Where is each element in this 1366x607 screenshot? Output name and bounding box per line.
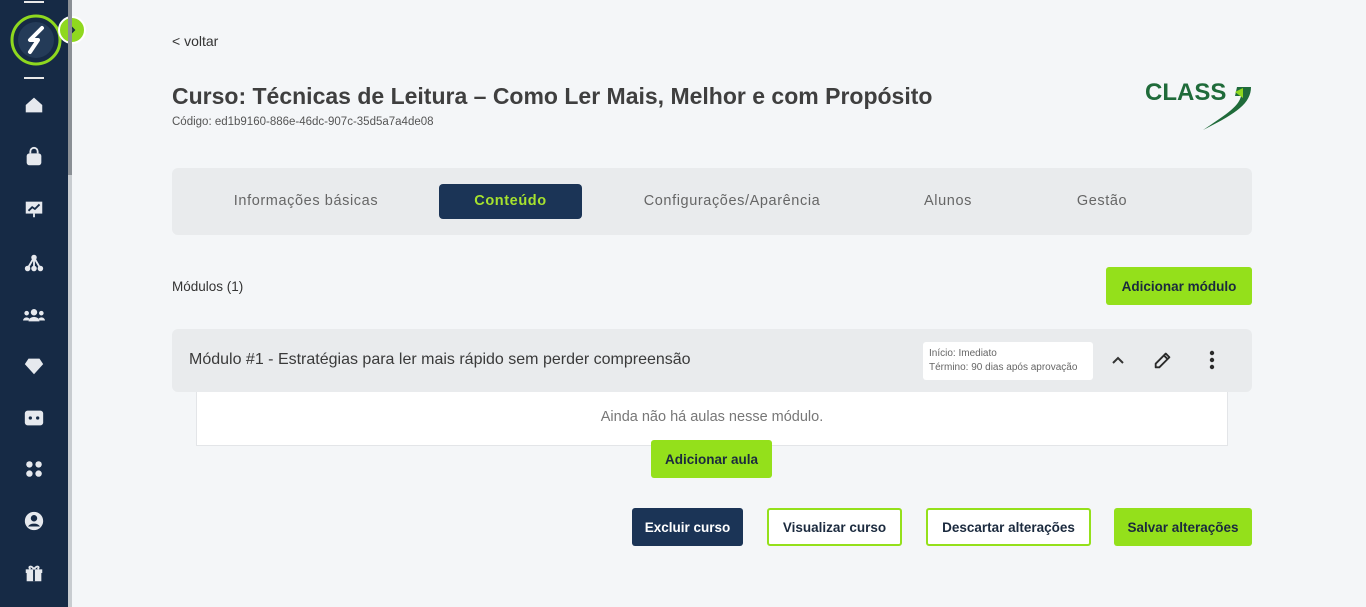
tab-informacoes-basicas[interactable]: Informações básicas bbox=[202, 184, 410, 219]
sidebar-scrollbar[interactable] bbox=[68, 0, 72, 607]
discard-changes-button[interactable]: Descartar alterações bbox=[926, 508, 1091, 546]
module-title: Módulo #1 - Estratégias para ler mais rá… bbox=[189, 351, 691, 368]
course-code: Código: ed1b9160-886e-46dc-907c-35d5a7a4… bbox=[172, 116, 434, 128]
back-link[interactable]: < voltar bbox=[172, 33, 218, 49]
chevron-up-icon[interactable] bbox=[1105, 347, 1131, 373]
apps-icon[interactable] bbox=[21, 456, 47, 482]
tab-configuracoes[interactable]: Configurações/Aparência bbox=[622, 184, 842, 219]
view-course-button[interactable]: Visualizar curso bbox=[767, 508, 902, 546]
tab-alunos[interactable]: Alunos bbox=[902, 184, 994, 219]
bag-icon[interactable] bbox=[21, 144, 47, 170]
diamond-icon[interactable] bbox=[21, 353, 47, 379]
app-logo[interactable] bbox=[9, 13, 63, 67]
gift-icon[interactable] bbox=[21, 560, 47, 586]
save-changes-button[interactable]: Salvar alterações bbox=[1114, 508, 1252, 546]
sidebar-divider bbox=[24, 1, 44, 3]
module-card[interactable]: Módulo #1 - Estratégias para ler mais rá… bbox=[172, 329, 1252, 392]
more-vertical-icon[interactable] bbox=[1199, 347, 1225, 373]
delete-course-button[interactable]: Excluir curso bbox=[632, 508, 743, 546]
module-start: Início: Imediato bbox=[929, 348, 997, 359]
module-lessons-empty: Ainda não há aulas nesse módulo. bbox=[196, 392, 1228, 446]
module-schedule: Início: Imediato Término: 90 dias após a… bbox=[923, 342, 1093, 380]
edit-pencil-icon[interactable] bbox=[1150, 347, 1176, 373]
presentation-icon[interactable] bbox=[21, 196, 47, 222]
empty-lessons-text: Ainda não há aulas nesse módulo. bbox=[600, 409, 824, 425]
page-title: Curso: Técnicas de Leitura – Como Ler Ma… bbox=[172, 83, 933, 109]
ticket-icon[interactable] bbox=[21, 405, 47, 431]
sidebar-divider bbox=[24, 77, 44, 79]
users-icon[interactable] bbox=[21, 302, 47, 328]
sidebar-toggle-button[interactable] bbox=[58, 16, 86, 44]
brand-logo: CLASS bbox=[1145, 78, 1253, 132]
add-module-button[interactable]: Adicionar módulo bbox=[1106, 267, 1252, 305]
modules-count-label: Módulos (1) bbox=[172, 279, 244, 294]
user-circle-icon[interactable] bbox=[21, 508, 47, 534]
network-icon[interactable] bbox=[21, 250, 47, 276]
tab-gestao[interactable]: Gestão bbox=[1052, 184, 1152, 219]
sidebar bbox=[0, 0, 68, 607]
add-lesson-button[interactable]: Adicionar aula bbox=[651, 440, 772, 478]
home-icon[interactable] bbox=[21, 92, 47, 118]
module-end: Término: 90 dias após aprovação bbox=[929, 362, 1078, 373]
tab-conteudo[interactable]: Conteúdo bbox=[439, 184, 582, 219]
svg-text:CLASS: CLASS bbox=[1145, 79, 1226, 106]
course-tabs: Informações básicas Conteúdo Configuraçõ… bbox=[172, 168, 1252, 235]
